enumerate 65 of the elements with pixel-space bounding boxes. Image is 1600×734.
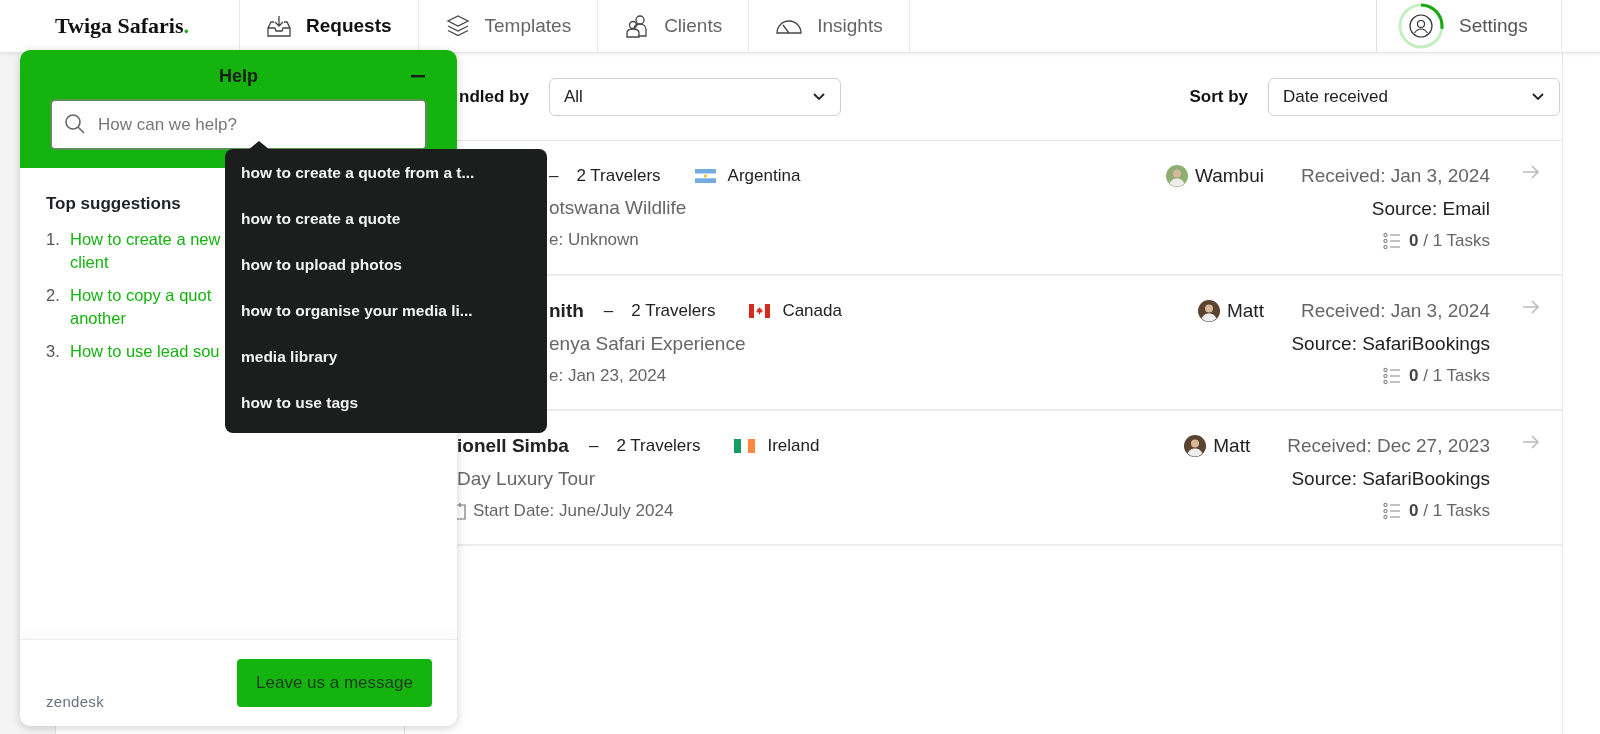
agent-name: Matt <box>1226 299 1264 322</box>
inbox-icon <box>266 14 292 38</box>
flag-icon <box>694 168 716 183</box>
country-name: Ireland <box>767 435 820 456</box>
separator: – <box>588 435 599 456</box>
handled-by-dropdown[interactable]: All <box>548 77 841 116</box>
arrow-right-icon[interactable] <box>1522 435 1540 449</box>
checklist-icon <box>1383 501 1402 520</box>
flag-icon <box>734 438 756 453</box>
travelers-count: 2 Travelers <box>576 165 661 186</box>
country-name: Canada <box>782 300 842 321</box>
tasks-count: 0 / 1 Tasks <box>1409 500 1490 521</box>
chevron-down-icon <box>811 92 826 101</box>
arrow-right-icon[interactable] <box>1522 165 1540 179</box>
arrow-right-icon[interactable] <box>1522 300 1540 314</box>
trip-title: enya Safari Experience <box>549 332 747 355</box>
list-number: 2. <box>46 285 61 306</box>
nav-tab[interactable]: Insights <box>749 0 910 52</box>
leave-message-button[interactable]: Leave us a message <box>237 659 432 707</box>
agent-name: Wambui <box>1194 164 1264 187</box>
source-text: Source: SafariBookings <box>1291 332 1490 355</box>
sort-by-dropdown[interactable]: Date received <box>1268 77 1560 116</box>
country-name: Argentina <box>727 165 801 186</box>
received-date: Received: Jan 3, 2024 <box>1300 299 1490 322</box>
list-number: 3. <box>46 341 61 362</box>
start-date: e: Unknown <box>549 229 639 250</box>
received-date: Received: Dec 27, 2023 <box>1287 434 1490 457</box>
client-name: ionell Simba <box>457 434 569 457</box>
widget-title: Help <box>219 66 258 86</box>
logo[interactable]: Twiga Safaris. <box>55 13 190 39</box>
source-text: Source: SafariBookings <box>1291 467 1490 490</box>
flag-icon <box>749 303 771 318</box>
received-date: Received: Jan 3, 2024 <box>1300 164 1490 187</box>
user-icon <box>1409 14 1433 38</box>
start-date: Start Date: June/July 2024 <box>473 500 674 521</box>
list-number: 1. <box>46 229 61 250</box>
tasks-count: 0 / 1 Tasks <box>1409 230 1490 251</box>
settings-button[interactable]: Settings <box>1397 2 1528 50</box>
avatar-icon <box>1197 299 1220 322</box>
checklist-icon <box>1383 366 1402 385</box>
brand-logo[interactable]: zendesk <box>46 693 104 710</box>
agent-name: Matt <box>1213 434 1251 457</box>
calendar-icon <box>457 501 467 520</box>
separator: – <box>549 165 559 186</box>
filter-label: ndled by <box>459 86 529 107</box>
travelers-count: 2 Travelers <box>616 435 701 456</box>
trip-title: otswana Wildlife <box>549 196 688 219</box>
separator: – <box>603 300 614 321</box>
tasks-count: 0 / 1 Tasks <box>1409 365 1490 386</box>
avatar-icon <box>1184 434 1207 457</box>
trip-title: Day Luxury Tour <box>457 467 596 490</box>
gauge-icon <box>775 17 804 35</box>
sort-label: Sort by <box>1189 86 1248 107</box>
avatar-icon <box>1165 164 1188 187</box>
search-field[interactable]: How can we help? <box>50 99 427 150</box>
client-name: nith <box>549 299 584 322</box>
chevron-down-icon <box>1531 92 1545 101</box>
travelers-count: 2 Travelers <box>631 300 716 321</box>
nav-tab[interactable]: Clients <box>598 0 750 52</box>
source-text: Source: Email <box>1371 197 1490 220</box>
minimize-icon[interactable] <box>411 74 425 78</box>
search-icon <box>64 113 86 135</box>
start-date: e: Jan 23, 2024 <box>549 365 667 386</box>
checklist-icon <box>1383 231 1402 250</box>
suggestions-heading: Top suggestions <box>46 194 182 214</box>
